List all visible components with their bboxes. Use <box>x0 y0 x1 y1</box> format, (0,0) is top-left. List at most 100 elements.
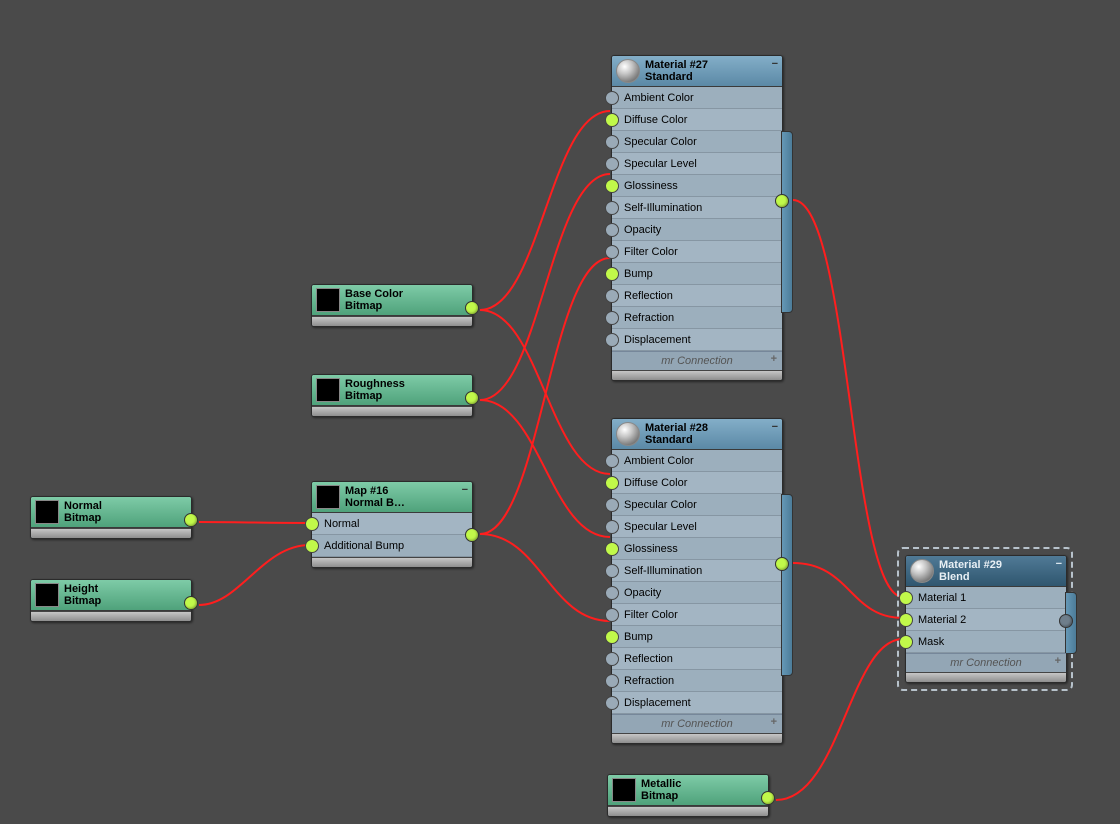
slot-reflection[interactable]: Reflection <box>612 648 782 670</box>
collapse-icon[interactable]: − <box>1056 558 1062 570</box>
plus-icon[interactable]: + <box>771 353 777 365</box>
slot-specular-color[interactable]: Specular Color <box>612 131 782 153</box>
slot-specular-level[interactable]: Specular Level <box>612 516 782 538</box>
node-material-28[interactable]: Material #28 Standard − Ambient ColorDif… <box>611 418 783 744</box>
input-port[interactable] <box>605 696 619 710</box>
slot-label: Specular Level <box>624 521 697 533</box>
input-port[interactable] <box>605 520 619 534</box>
input-port[interactable] <box>605 289 619 303</box>
slot-displacement[interactable]: Displacement <box>612 329 782 351</box>
slot-label: Displacement <box>624 334 691 346</box>
node-footer[interactable]: mr Connection+ <box>906 653 1066 672</box>
output-port[interactable] <box>775 194 789 208</box>
node-metallic-bitmap[interactable]: Metallic Bitmap <box>607 774 769 817</box>
slot-refraction[interactable]: Refraction <box>612 307 782 329</box>
node-material-29-blend[interactable]: Material #29 Blend − Material 1 Material… <box>905 555 1067 683</box>
node-title: Map #16 <box>345 485 388 497</box>
input-port[interactable] <box>605 498 619 512</box>
slot-bump[interactable]: Bump <box>612 626 782 648</box>
side-handle[interactable] <box>781 131 793 313</box>
plus-icon[interactable]: + <box>771 716 777 728</box>
input-port[interactable] <box>605 245 619 259</box>
input-port[interactable] <box>605 267 619 281</box>
input-port[interactable] <box>605 311 619 325</box>
output-port[interactable] <box>1059 614 1073 628</box>
collapse-icon[interactable]: − <box>772 421 778 433</box>
side-handle[interactable] <box>781 494 793 676</box>
slot-displacement[interactable]: Displacement <box>612 692 782 714</box>
slot-diffuse-color[interactable]: Diffuse Color <box>612 472 782 494</box>
slot-self-illumination[interactable]: Self-Illumination <box>612 560 782 582</box>
slot-glossiness[interactable]: Glossiness <box>612 175 782 197</box>
collapse-icon[interactable]: − <box>772 58 778 70</box>
slot-label: Glossiness <box>624 180 678 192</box>
slot-specular-color[interactable]: Specular Color <box>612 494 782 516</box>
slot-diffuse-color[interactable]: Diffuse Color <box>612 109 782 131</box>
input-port[interactable] <box>305 539 319 553</box>
node-basecolor-bitmap[interactable]: Base Color Bitmap <box>311 284 473 327</box>
input-port[interactable] <box>899 613 913 627</box>
input-port[interactable] <box>899 635 913 649</box>
slot-material-1[interactable]: Material 1 <box>906 587 1066 609</box>
slot-filter-color[interactable]: Filter Color <box>612 604 782 626</box>
node-footer[interactable]: mr Connection+ <box>612 714 782 733</box>
slot-reflection[interactable]: Reflection <box>612 285 782 307</box>
input-port[interactable] <box>605 476 619 490</box>
slot-label: Reflection <box>624 653 673 665</box>
node-normal-bump[interactable]: Map #16 Normal B… − Normal Additional Bu… <box>311 481 473 568</box>
output-port[interactable] <box>184 596 198 610</box>
slot-mask[interactable]: Mask <box>906 631 1066 653</box>
plus-icon[interactable]: + <box>1055 655 1061 667</box>
slot-refraction[interactable]: Refraction <box>612 670 782 692</box>
input-port[interactable] <box>605 542 619 556</box>
input-port[interactable] <box>605 135 619 149</box>
input-port[interactable] <box>605 652 619 666</box>
output-port[interactable] <box>465 391 479 405</box>
slot-opacity[interactable]: Opacity <box>612 219 782 241</box>
output-port[interactable] <box>465 528 479 542</box>
input-port[interactable] <box>605 564 619 578</box>
input-port[interactable] <box>605 157 619 171</box>
node-footer[interactable]: mr Connection+ <box>612 351 782 370</box>
material-editor-canvas[interactable]: Normal Bitmap Height Bitmap Base Color B… <box>0 0 1120 824</box>
input-port[interactable] <box>605 333 619 347</box>
input-port[interactable] <box>605 179 619 193</box>
slot-filter-color[interactable]: Filter Color <box>612 241 782 263</box>
input-port[interactable] <box>605 454 619 468</box>
slot-additional-bump[interactable]: Additional Bump <box>312 535 472 557</box>
slot-ambient-color[interactable]: Ambient Color <box>612 87 782 109</box>
input-port[interactable] <box>605 586 619 600</box>
input-port[interactable] <box>605 113 619 127</box>
node-roughness-bitmap[interactable]: Roughness Bitmap <box>311 374 473 417</box>
node-material-27[interactable]: Material #27 Standard − Ambient ColorDif… <box>611 55 783 381</box>
input-port[interactable] <box>605 608 619 622</box>
input-port[interactable] <box>605 91 619 105</box>
input-port[interactable] <box>605 223 619 237</box>
node-normal-bitmap[interactable]: Normal Bitmap <box>30 496 192 539</box>
input-port[interactable] <box>605 201 619 215</box>
input-port[interactable] <box>605 630 619 644</box>
output-port[interactable] <box>761 791 775 805</box>
material-sphere-icon <box>616 422 640 446</box>
input-port[interactable] <box>605 674 619 688</box>
input-port[interactable] <box>899 591 913 605</box>
slot-material-2[interactable]: Material 2 <box>906 609 1066 631</box>
material-sphere-icon <box>910 559 934 583</box>
slot-specular-level[interactable]: Specular Level <box>612 153 782 175</box>
thumbnail-icon <box>35 500 59 524</box>
slot-glossiness[interactable]: Glossiness <box>612 538 782 560</box>
output-port[interactable] <box>465 301 479 315</box>
thumbnail-icon <box>612 778 636 802</box>
slot-normal[interactable]: Normal <box>312 513 472 535</box>
slot-ambient-color[interactable]: Ambient Color <box>612 450 782 472</box>
output-port[interactable] <box>184 513 198 527</box>
slot-label: Reflection <box>624 290 673 302</box>
collapse-icon[interactable]: − <box>462 484 468 496</box>
output-port[interactable] <box>775 557 789 571</box>
slot-self-illumination[interactable]: Self-Illumination <box>612 197 782 219</box>
node-height-bitmap[interactable]: Height Bitmap <box>30 579 192 622</box>
slot-bump[interactable]: Bump <box>612 263 782 285</box>
slot-opacity[interactable]: Opacity <box>612 582 782 604</box>
slot-label: Opacity <box>624 587 661 599</box>
input-port[interactable] <box>305 517 319 531</box>
